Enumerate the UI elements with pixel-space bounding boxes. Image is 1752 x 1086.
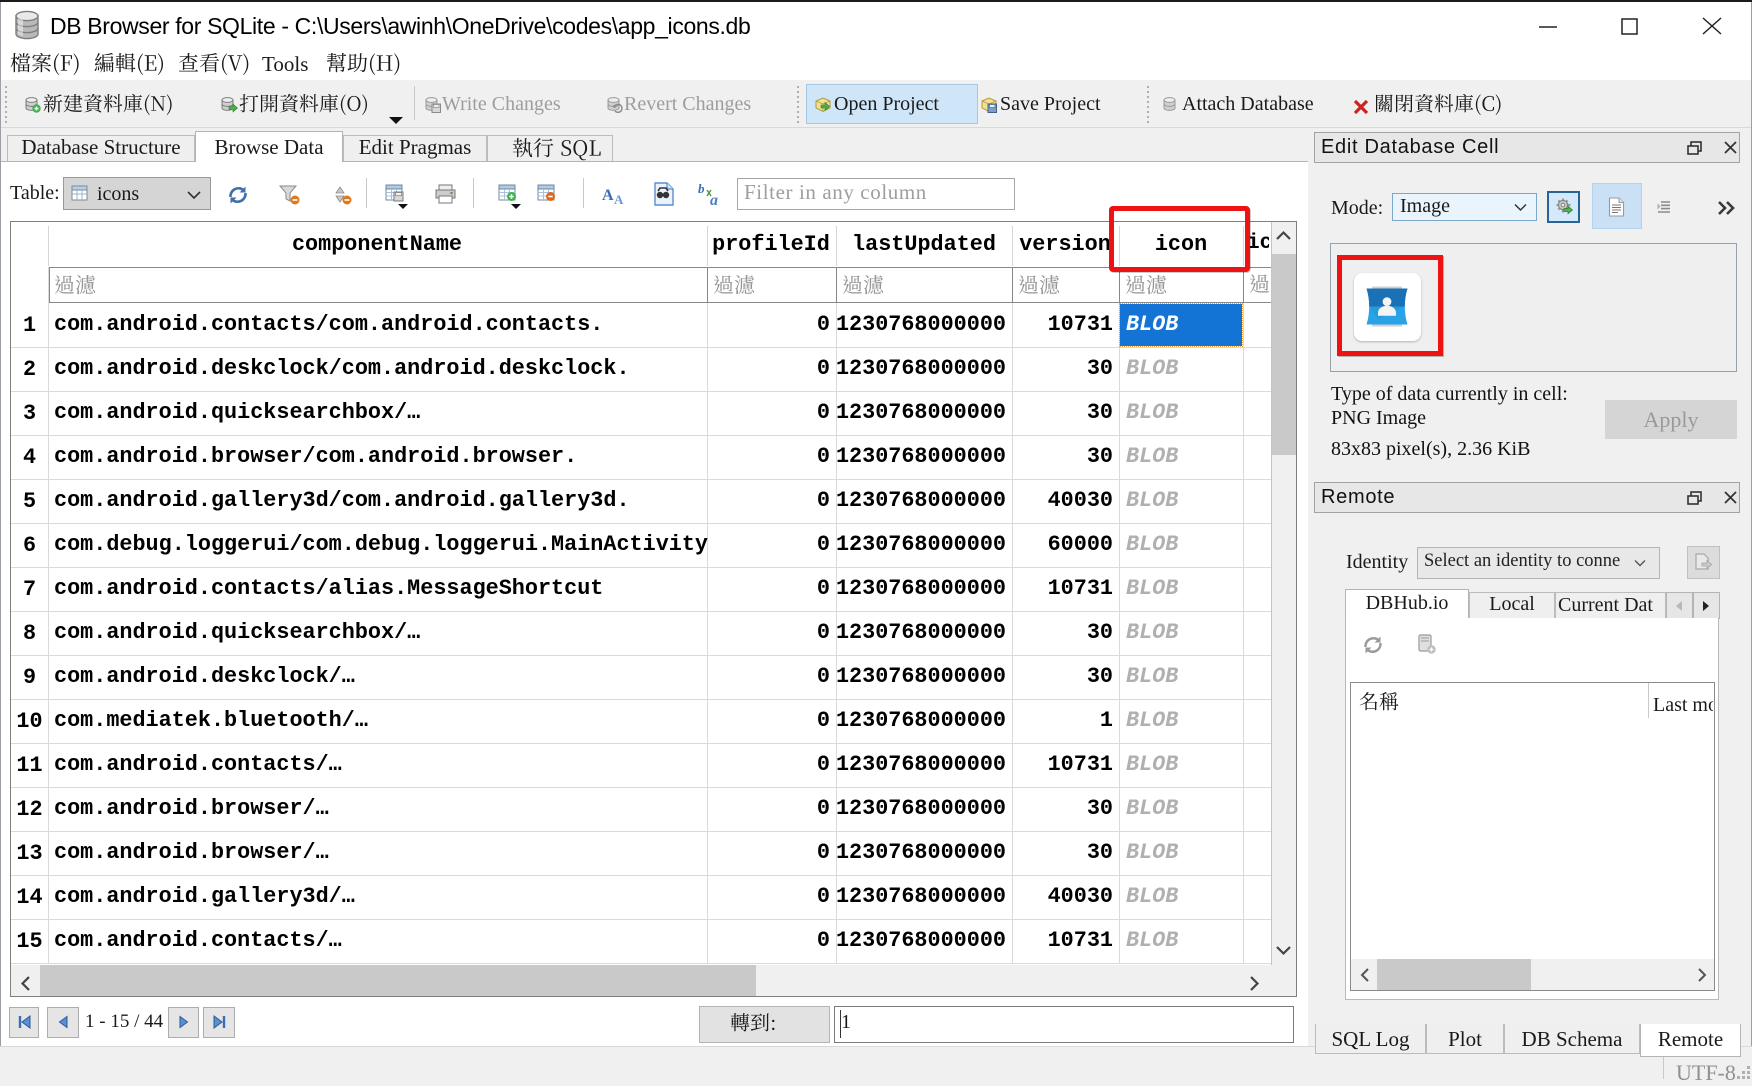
svg-text:b: b — [698, 182, 705, 196]
svg-text:a: a — [710, 192, 718, 206]
svg-text:A: A — [614, 192, 624, 206]
svg-text:A: A — [602, 187, 614, 204]
